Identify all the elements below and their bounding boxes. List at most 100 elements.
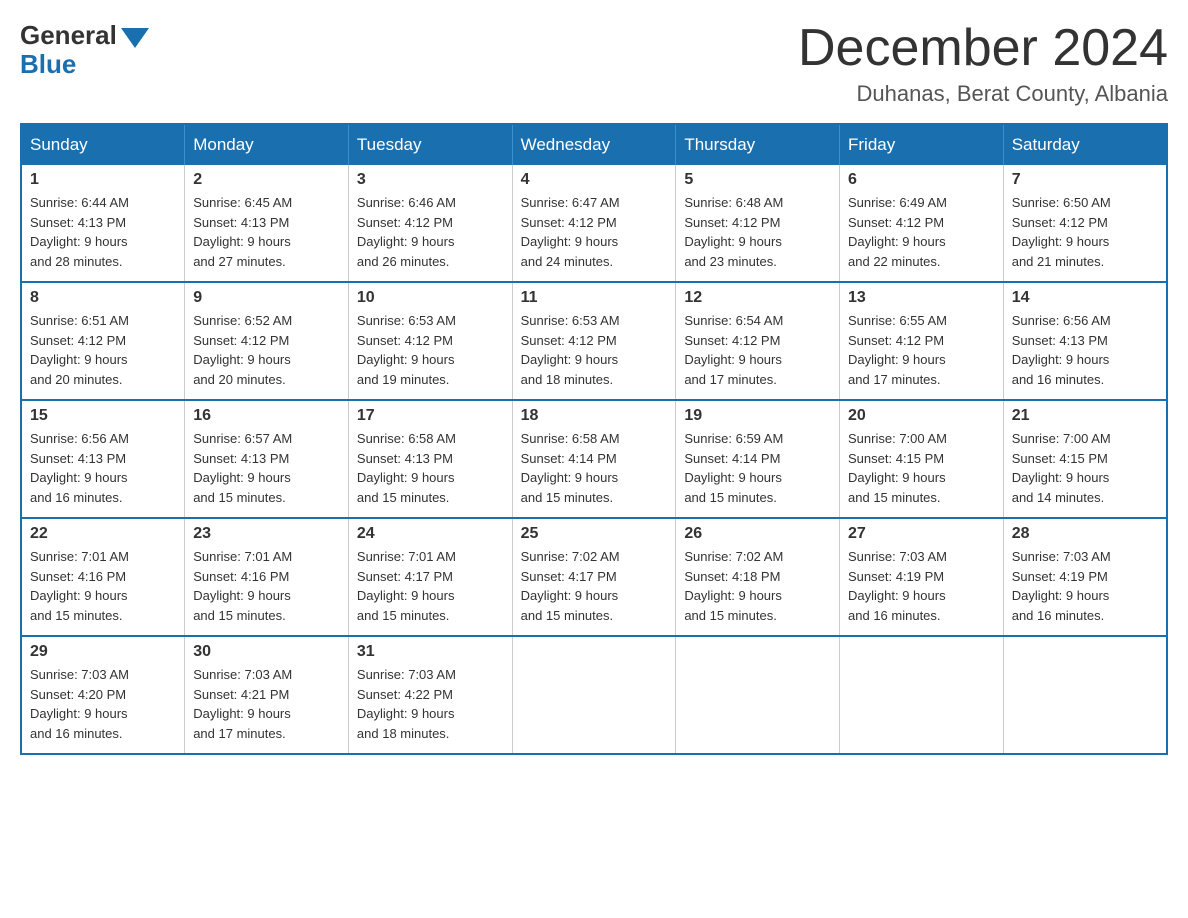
- day-info: Sunrise: 6:58 AM Sunset: 4:14 PM Dayligh…: [521, 429, 668, 507]
- day-number: 27: [848, 525, 995, 543]
- calendar-cell: 9 Sunrise: 6:52 AM Sunset: 4:12 PM Dayli…: [185, 282, 349, 400]
- day-info: Sunrise: 7:03 AM Sunset: 4:20 PM Dayligh…: [30, 665, 176, 743]
- calendar-week-row: 15 Sunrise: 6:56 AM Sunset: 4:13 PM Dayl…: [21, 400, 1167, 518]
- calendar-cell: 1 Sunrise: 6:44 AM Sunset: 4:13 PM Dayli…: [21, 165, 185, 282]
- calendar-cell: 2 Sunrise: 6:45 AM Sunset: 4:13 PM Dayli…: [185, 165, 349, 282]
- day-number: 8: [30, 289, 176, 307]
- calendar-cell: 24 Sunrise: 7:01 AM Sunset: 4:17 PM Dayl…: [348, 518, 512, 636]
- day-number: 1: [30, 171, 176, 189]
- calendar-cell: 16 Sunrise: 6:57 AM Sunset: 4:13 PM Dayl…: [185, 400, 349, 518]
- day-info: Sunrise: 6:50 AM Sunset: 4:12 PM Dayligh…: [1012, 193, 1158, 271]
- weekday-header-row: SundayMondayTuesdayWednesdayThursdayFrid…: [21, 124, 1167, 165]
- day-info: Sunrise: 7:01 AM Sunset: 4:16 PM Dayligh…: [193, 547, 340, 625]
- day-info: Sunrise: 6:47 AM Sunset: 4:12 PM Dayligh…: [521, 193, 668, 271]
- day-number: 28: [1012, 525, 1158, 543]
- day-number: 11: [521, 289, 668, 307]
- day-number: 2: [193, 171, 340, 189]
- day-number: 3: [357, 171, 504, 189]
- calendar-cell: 5 Sunrise: 6:48 AM Sunset: 4:12 PM Dayli…: [676, 165, 840, 282]
- day-info: Sunrise: 7:03 AM Sunset: 4:19 PM Dayligh…: [848, 547, 995, 625]
- day-number: 17: [357, 407, 504, 425]
- calendar-table: SundayMondayTuesdayWednesdayThursdayFrid…: [20, 123, 1168, 755]
- calendar-cell: [1003, 636, 1167, 754]
- calendar-cell: 29 Sunrise: 7:03 AM Sunset: 4:20 PM Dayl…: [21, 636, 185, 754]
- day-info: Sunrise: 7:00 AM Sunset: 4:15 PM Dayligh…: [1012, 429, 1158, 507]
- calendar-cell: [840, 636, 1004, 754]
- day-info: Sunrise: 6:52 AM Sunset: 4:12 PM Dayligh…: [193, 311, 340, 389]
- logo-general-text: General: [20, 20, 117, 51]
- weekday-header-monday: Monday: [185, 124, 349, 165]
- logo: General Blue: [20, 20, 149, 80]
- calendar-cell: 10 Sunrise: 6:53 AM Sunset: 4:12 PM Dayl…: [348, 282, 512, 400]
- day-info: Sunrise: 6:54 AM Sunset: 4:12 PM Dayligh…: [684, 311, 831, 389]
- calendar-cell: 27 Sunrise: 7:03 AM Sunset: 4:19 PM Dayl…: [840, 518, 1004, 636]
- calendar-cell: 31 Sunrise: 7:03 AM Sunset: 4:22 PM Dayl…: [348, 636, 512, 754]
- day-number: 14: [1012, 289, 1158, 307]
- day-info: Sunrise: 6:48 AM Sunset: 4:12 PM Dayligh…: [684, 193, 831, 271]
- calendar-cell: 21 Sunrise: 7:00 AM Sunset: 4:15 PM Dayl…: [1003, 400, 1167, 518]
- calendar-cell: 13 Sunrise: 6:55 AM Sunset: 4:12 PM Dayl…: [840, 282, 1004, 400]
- calendar-week-row: 8 Sunrise: 6:51 AM Sunset: 4:12 PM Dayli…: [21, 282, 1167, 400]
- day-info: Sunrise: 6:45 AM Sunset: 4:13 PM Dayligh…: [193, 193, 340, 271]
- day-info: Sunrise: 6:57 AM Sunset: 4:13 PM Dayligh…: [193, 429, 340, 507]
- day-info: Sunrise: 7:03 AM Sunset: 4:21 PM Dayligh…: [193, 665, 340, 743]
- day-number: 22: [30, 525, 176, 543]
- day-number: 16: [193, 407, 340, 425]
- day-info: Sunrise: 6:58 AM Sunset: 4:13 PM Dayligh…: [357, 429, 504, 507]
- calendar-cell: 14 Sunrise: 6:56 AM Sunset: 4:13 PM Dayl…: [1003, 282, 1167, 400]
- day-info: Sunrise: 7:00 AM Sunset: 4:15 PM Dayligh…: [848, 429, 995, 507]
- day-info: Sunrise: 6:44 AM Sunset: 4:13 PM Dayligh…: [30, 193, 176, 271]
- weekday-header-sunday: Sunday: [21, 124, 185, 165]
- calendar-cell: 4 Sunrise: 6:47 AM Sunset: 4:12 PM Dayli…: [512, 165, 676, 282]
- calendar-cell: 8 Sunrise: 6:51 AM Sunset: 4:12 PM Dayli…: [21, 282, 185, 400]
- calendar-cell: 3 Sunrise: 6:46 AM Sunset: 4:12 PM Dayli…: [348, 165, 512, 282]
- day-number: 25: [521, 525, 668, 543]
- weekday-header-thursday: Thursday: [676, 124, 840, 165]
- day-info: Sunrise: 6:56 AM Sunset: 4:13 PM Dayligh…: [1012, 311, 1158, 389]
- day-number: 4: [521, 171, 668, 189]
- day-number: 15: [30, 407, 176, 425]
- logo-arrow-icon: [121, 28, 149, 48]
- month-title: December 2024: [798, 20, 1168, 77]
- calendar-cell: 18 Sunrise: 6:58 AM Sunset: 4:14 PM Dayl…: [512, 400, 676, 518]
- calendar-cell: 7 Sunrise: 6:50 AM Sunset: 4:12 PM Dayli…: [1003, 165, 1167, 282]
- day-number: 5: [684, 171, 831, 189]
- weekday-header-tuesday: Tuesday: [348, 124, 512, 165]
- day-number: 7: [1012, 171, 1158, 189]
- calendar-cell: 20 Sunrise: 7:00 AM Sunset: 4:15 PM Dayl…: [840, 400, 1004, 518]
- day-number: 10: [357, 289, 504, 307]
- calendar-cell: 15 Sunrise: 6:56 AM Sunset: 4:13 PM Dayl…: [21, 400, 185, 518]
- day-info: Sunrise: 6:51 AM Sunset: 4:12 PM Dayligh…: [30, 311, 176, 389]
- day-info: Sunrise: 6:59 AM Sunset: 4:14 PM Dayligh…: [684, 429, 831, 507]
- day-info: Sunrise: 6:53 AM Sunset: 4:12 PM Dayligh…: [521, 311, 668, 389]
- day-number: 29: [30, 643, 176, 661]
- day-info: Sunrise: 7:01 AM Sunset: 4:17 PM Dayligh…: [357, 547, 504, 625]
- day-number: 30: [193, 643, 340, 661]
- day-info: Sunrise: 7:01 AM Sunset: 4:16 PM Dayligh…: [30, 547, 176, 625]
- day-number: 26: [684, 525, 831, 543]
- weekday-header-saturday: Saturday: [1003, 124, 1167, 165]
- calendar-week-row: 29 Sunrise: 7:03 AM Sunset: 4:20 PM Dayl…: [21, 636, 1167, 754]
- day-info: Sunrise: 6:53 AM Sunset: 4:12 PM Dayligh…: [357, 311, 504, 389]
- day-info: Sunrise: 6:56 AM Sunset: 4:13 PM Dayligh…: [30, 429, 176, 507]
- calendar-cell: 19 Sunrise: 6:59 AM Sunset: 4:14 PM Dayl…: [676, 400, 840, 518]
- calendar-week-row: 1 Sunrise: 6:44 AM Sunset: 4:13 PM Dayli…: [21, 165, 1167, 282]
- weekday-header-friday: Friday: [840, 124, 1004, 165]
- day-info: Sunrise: 7:02 AM Sunset: 4:18 PM Dayligh…: [684, 547, 831, 625]
- day-number: 13: [848, 289, 995, 307]
- calendar-week-row: 22 Sunrise: 7:01 AM Sunset: 4:16 PM Dayl…: [21, 518, 1167, 636]
- calendar-cell: 30 Sunrise: 7:03 AM Sunset: 4:21 PM Dayl…: [185, 636, 349, 754]
- day-number: 9: [193, 289, 340, 307]
- calendar-cell: 17 Sunrise: 6:58 AM Sunset: 4:13 PM Dayl…: [348, 400, 512, 518]
- location-title: Duhanas, Berat County, Albania: [798, 81, 1168, 107]
- day-info: Sunrise: 7:02 AM Sunset: 4:17 PM Dayligh…: [521, 547, 668, 625]
- day-number: 21: [1012, 407, 1158, 425]
- day-info: Sunrise: 6:55 AM Sunset: 4:12 PM Dayligh…: [848, 311, 995, 389]
- day-number: 18: [521, 407, 668, 425]
- calendar-cell: [676, 636, 840, 754]
- weekday-header-wednesday: Wednesday: [512, 124, 676, 165]
- day-number: 24: [357, 525, 504, 543]
- calendar-cell: 6 Sunrise: 6:49 AM Sunset: 4:12 PM Dayli…: [840, 165, 1004, 282]
- calendar-cell: [512, 636, 676, 754]
- calendar-cell: 28 Sunrise: 7:03 AM Sunset: 4:19 PM Dayl…: [1003, 518, 1167, 636]
